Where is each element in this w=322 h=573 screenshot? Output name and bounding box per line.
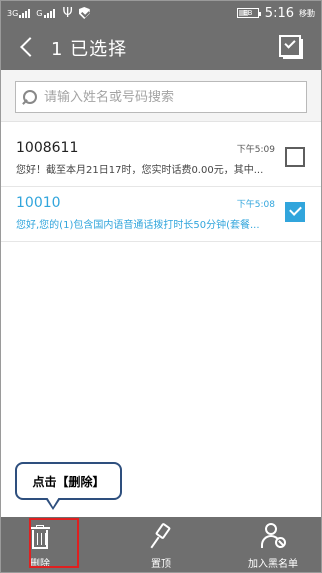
status-bar: 3G G Ψ EB 5:16 移動 [1, 1, 321, 25]
blacklist-button[interactable]: 加入黑名单 [233, 517, 313, 572]
pin-label: 置顶 [151, 559, 171, 570]
message-checkbox[interactable] [285, 202, 305, 222]
blacklist-label: 加入黑名单 [248, 559, 298, 570]
search-input[interactable] [44, 89, 294, 105]
battery-icon: EB [236, 8, 261, 18]
title-bar: 1 已选择 [1, 25, 321, 70]
blacklist-icon [261, 522, 287, 552]
message-item[interactable]: 10010 下午5:08 您好,您的(1)包含国内语音通话拨打时长50分钟(套餐… [1, 187, 321, 242]
signal-bars-icon [43, 8, 55, 18]
callout-text: 点击【删除】 [32, 474, 105, 489]
message-time: 下午5:09 [236, 145, 275, 155]
message-sender: 10010 [16, 195, 61, 211]
message-preview: 您好！截至本月21日17时，您实时话费0.00元，其中... [16, 165, 264, 176]
message-time: 下午5:08 [236, 200, 275, 210]
signal-bars-icon [19, 8, 31, 18]
status-time: 5:16 [264, 5, 294, 21]
search-icon [22, 89, 38, 105]
signal-1-label: 3G [7, 8, 19, 18]
callout-bubble: 点击【删除】 [15, 462, 122, 500]
message-item[interactable]: 1008611 下午5:09 您好！截至本月21日17时，您实时话费0.00元，… [1, 132, 321, 187]
shield-icon [78, 7, 90, 19]
delete-highlight-box [29, 518, 79, 568]
battery-text: EB [243, 9, 253, 17]
message-preview: 您好,您的(1)包含国内语音通话拨打时长50分钟(套餐... [16, 220, 260, 231]
select-all-icon[interactable] [279, 35, 303, 59]
message-checkbox[interactable] [285, 147, 305, 167]
usb-icon: Ψ [62, 5, 73, 21]
signal-2-label: G [36, 8, 43, 18]
signal-2: G [36, 8, 55, 18]
callout-tail-inner [47, 497, 59, 507]
pin-icon [150, 522, 173, 551]
page-title: 1 已选择 [51, 38, 128, 60]
message-sender: 1008611 [16, 140, 79, 156]
search-box[interactable] [15, 81, 307, 113]
search-area [1, 70, 321, 122]
signal-1: 3G [7, 8, 31, 18]
carrier-label: 移動 [299, 8, 315, 18]
back-icon[interactable] [1, 25, 41, 70]
pin-button[interactable]: 置顶 [121, 517, 201, 572]
